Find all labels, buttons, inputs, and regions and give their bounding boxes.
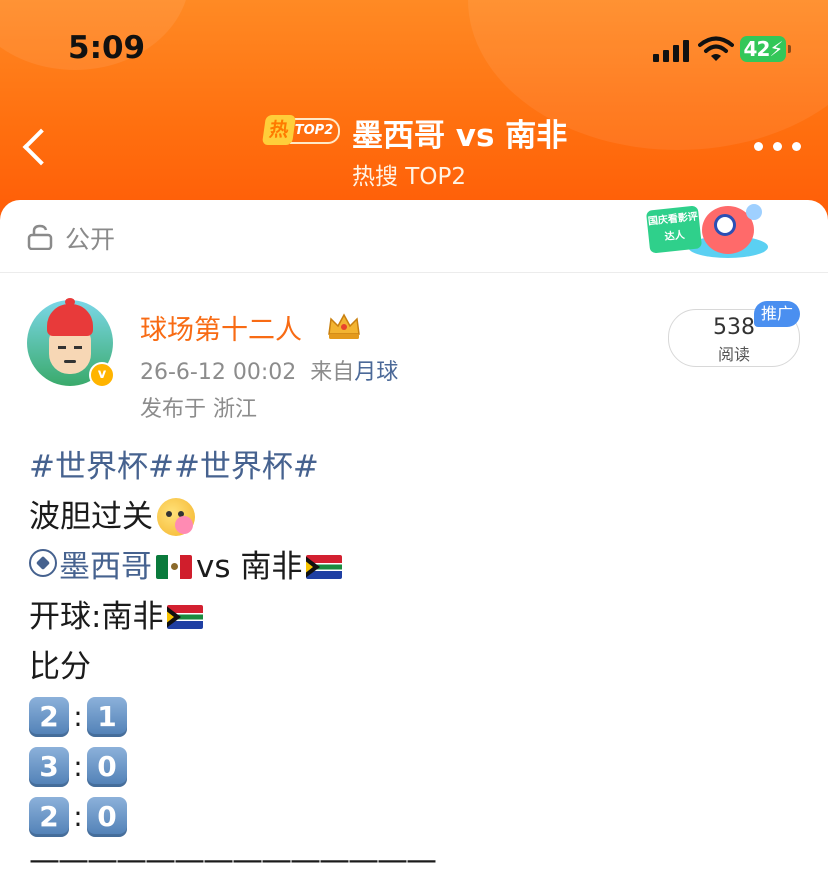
match-link[interactable]: 墨西哥 <box>29 542 152 592</box>
match-vs: vs <box>196 549 231 585</box>
post-meta: 26-6-12 00:02 来自月球 <box>140 354 398 386</box>
lock-icon <box>27 224 53 250</box>
visibility-label: 公开 <box>65 225 116 254</box>
hot-search-badge: TOP2 热 <box>261 115 340 145</box>
topic-subtitle: 热搜 TOP2 <box>352 164 466 190</box>
kickoff-text: 开球:南非 <box>29 599 164 635</box>
flower-face-emoji-icon <box>157 498 195 536</box>
back-arrow-icon[interactable] <box>18 126 58 170</box>
team-a: 墨西哥 <box>59 549 152 585</box>
badge-hot: 热 <box>261 115 297 145</box>
score-label: 比分 <box>29 649 91 685</box>
score-row: 3:0 <box>29 742 435 792</box>
mascot-eye <box>714 214 736 236</box>
visibility-row[interactable]: 公开 国庆看影评达人 <box>0 200 828 273</box>
parlay-text: 波胆过关 <box>29 499 153 535</box>
keycap-home-score: 2 <box>29 697 69 737</box>
author-name[interactable]: 球场第十二人 <box>140 308 302 347</box>
status-time: 5:09 <box>68 30 146 66</box>
post-source[interactable]: 月球 <box>354 360 398 385</box>
score-colon: : <box>73 750 83 783</box>
keycap-away-score: 1 <box>87 697 127 737</box>
post-body: #世界杯##世界杯# 波胆过关 墨西哥 vs 南非 开球:南非 比分 2:1 3… <box>29 442 437 882</box>
score-colon: : <box>73 700 83 733</box>
keycap-home-score: 3 <box>29 747 69 787</box>
wifi-icon <box>698 36 734 61</box>
verified-icon: v <box>89 362 115 388</box>
avatar-face <box>49 330 91 374</box>
event-mascot-banner[interactable]: 国庆看影评达人 <box>644 202 774 264</box>
topic-title: 墨西哥 vs 南非 <box>352 118 568 154</box>
keycap-home-score: 2 <box>29 797 69 837</box>
score-row: 2:1 <box>29 692 435 742</box>
mascot-star <box>746 204 762 220</box>
keycap-away-score: 0 <box>87 797 127 837</box>
topic-header: 5:09 42⚡ TOP2 热 墨西哥 vs 南非 热搜 TOP2 <box>0 0 828 232</box>
battery-level: 42 <box>743 37 771 61</box>
keycap-away-score: 0 <box>87 747 127 787</box>
crown-icon <box>328 313 360 339</box>
score-row: 2:0 <box>29 792 435 842</box>
soccer-ball-icon <box>29 549 57 577</box>
battery-indicator: 42⚡ <box>740 36 791 62</box>
badge-rank: TOP2 <box>290 118 340 144</box>
read-label: 阅读 <box>717 345 750 364</box>
hashtag-link[interactable]: #世界杯##世界杯# <box>29 442 319 492</box>
south-africa-flag-icon <box>167 605 204 629</box>
promote-badge[interactable]: 推广 <box>754 301 800 327</box>
post-location: 发布于 浙江 <box>140 397 257 422</box>
more-icon[interactable] <box>754 142 802 154</box>
mascot-tag: 国庆看影评达人 <box>645 205 703 254</box>
post-time: 26-6-12 00:02 <box>140 360 297 385</box>
team-b: 南非 <box>240 549 303 585</box>
mexico-flag-icon <box>156 555 192 579</box>
avatar[interactable]: v <box>27 298 115 388</box>
cellular-signal-icon <box>653 40 689 62</box>
score-colon: : <box>73 800 83 833</box>
divider-line: —————————————— <box>29 842 437 878</box>
avatar-hat <box>47 298 93 336</box>
south-africa-flag-icon <box>306 555 343 579</box>
source-prefix: 来自 <box>310 360 355 385</box>
